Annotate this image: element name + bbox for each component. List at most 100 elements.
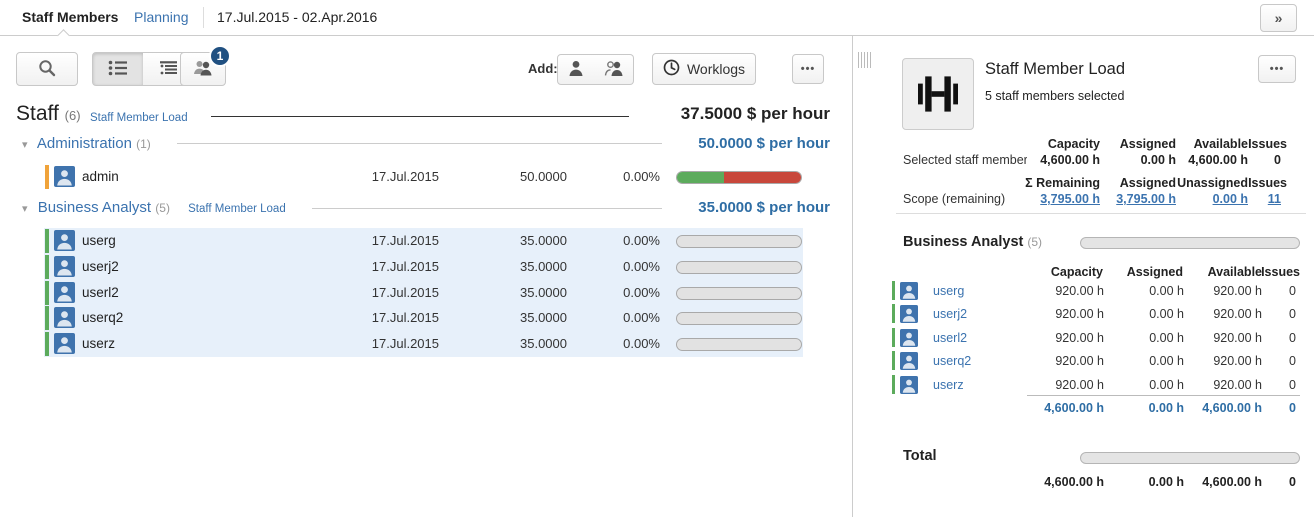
load-progress-bar (676, 171, 802, 184)
user-name-link[interactable]: userg (933, 279, 964, 303)
user-name[interactable]: userq2 (82, 305, 123, 331)
group-load-link[interactable]: Staff Member Load (188, 203, 286, 215)
panel-subtitle: 5 staff members selected (985, 89, 1124, 103)
tab-staff-members[interactable]: Staff Members (22, 0, 118, 35)
user-name-link[interactable]: userq2 (933, 349, 971, 373)
summary-label: Selected staff members (903, 152, 1027, 168)
unassigned-link[interactable]: 0.00 h (1213, 191, 1248, 207)
row-color-bar (892, 328, 895, 347)
search-button[interactable] (16, 52, 78, 86)
issues-value: 0 (1289, 349, 1296, 373)
panel-user-row[interactable]: userq2 920.00 h 0.00 h 920.00 h 0 (890, 349, 1314, 373)
panel-more-button[interactable]: ••• (1258, 55, 1296, 83)
group-name[interactable]: Business Analyst (38, 199, 151, 216)
remaining-link[interactable]: 3,795.00 h (1040, 191, 1100, 207)
person-icon (568, 60, 584, 80)
load-percent: 0.00% (623, 280, 660, 306)
staff-count: (6) (65, 108, 81, 123)
dumbbell-icon (902, 58, 974, 130)
user-name[interactable]: userj2 (82, 254, 119, 280)
panel-user-row[interactable]: userl2 920.00 h 0.00 h 920.00 h 0 (890, 326, 1314, 350)
load-progress-bar (676, 287, 802, 300)
group-load-bar (1080, 237, 1300, 249)
load-percent: 0.00% (623, 305, 660, 331)
ellipsis-icon: ••• (801, 63, 816, 75)
user-name-link[interactable]: userl2 (933, 326, 967, 350)
view-flat-list-button[interactable] (92, 52, 144, 86)
collapse-panel-button[interactable]: » (1260, 4, 1297, 32)
more-actions-button[interactable]: ••• (792, 54, 824, 84)
group-name[interactable]: Administration (37, 135, 132, 152)
staff-row[interactable]: userj2 17.Jul.2015 35.0000 0.00% (0, 254, 853, 280)
capacity-value: 920.00 h (1055, 326, 1104, 350)
start-date: 17.Jul.2015 (372, 280, 439, 306)
user-name[interactable]: userg (82, 228, 116, 254)
date-range[interactable]: 17.Jul.2015 - 02.Apr.2016 (217, 0, 377, 35)
start-date: 17.Jul.2015 (372, 228, 439, 254)
available-value: 920.00 h (1213, 326, 1262, 350)
assigned-value: 0.00 h (1149, 302, 1184, 326)
panel-resize-handle[interactable] (858, 52, 871, 68)
group-header-business-analyst: ▾ Business Analyst (5) Staff Member Load (22, 198, 286, 218)
staff-row[interactable]: userg 17.Jul.2015 35.0000 0.00% (0, 228, 853, 254)
staff-rule (211, 116, 629, 117)
user-avatar-icon (54, 256, 75, 277)
scope-row: Scope (remaining) 3,795.00 h 3,795.00 h … (890, 191, 1314, 207)
progress-red (724, 172, 801, 183)
collapse-icon[interactable]: ▾ (22, 203, 28, 215)
start-date: 17.Jul.2015 (372, 164, 439, 190)
load-percent: 0.00% (623, 228, 660, 254)
staff-heading: Staff (6) (16, 102, 81, 126)
user-name[interactable]: userz (82, 331, 115, 357)
available-value: 920.00 h (1213, 279, 1262, 303)
scope-header-row: Σ Remaining Assigned Unassigned Issues (890, 175, 1314, 191)
assigned-value: 0.00 h (1149, 279, 1184, 303)
available-value: 920.00 h (1213, 302, 1262, 326)
capacity-value: 920.00 h (1055, 373, 1104, 397)
group-count: (5) (155, 201, 170, 215)
team-filter-badge: 1 (209, 45, 231, 67)
staff-row[interactable]: admin 17.Jul.2015 50.0000 0.00% (0, 164, 853, 190)
panel-group-heading: Business Analyst (5) (903, 234, 1042, 250)
user-name[interactable]: userl2 (82, 280, 119, 306)
group-count: (1) (136, 137, 151, 151)
assigned-link[interactable]: 3,795.00 h (1116, 191, 1176, 207)
capacity-value: 920.00 h (1055, 279, 1104, 303)
staff-list-panel: 1 Add: Worklogs ••• Staff (6) Staff Memb… (0, 36, 853, 517)
staff-row[interactable]: userz 17.Jul.2015 35.0000 0.00% (0, 331, 853, 357)
staff-row[interactable]: userq2 17.Jul.2015 35.0000 0.00% (0, 305, 853, 331)
row-color-bar (892, 304, 895, 323)
panel-user-row[interactable]: userg 920.00 h 0.00 h 920.00 h 0 (890, 279, 1314, 303)
user-name-link[interactable]: userj2 (933, 302, 967, 326)
worklogs-button[interactable]: Worklogs (652, 53, 756, 85)
staff-member-load-link[interactable]: Staff Member Load (90, 112, 188, 124)
panel-group-count: (5) (1027, 235, 1042, 249)
user-name-link[interactable]: userz (933, 373, 964, 397)
row-color-bar (45, 281, 49, 305)
add-person-button[interactable] (557, 54, 595, 85)
staff-row[interactable]: userl2 17.Jul.2015 35.0000 0.00% (0, 280, 853, 306)
user-avatar-icon (900, 305, 918, 323)
row-color-bar (45, 229, 49, 253)
panel-user-row[interactable]: userj2 920.00 h 0.00 h 920.00 h 0 (890, 302, 1314, 326)
search-icon (37, 58, 57, 81)
top-bar: Staff Members Planning 17.Jul.2015 - 02.… (0, 0, 1314, 36)
row-color-bar (45, 306, 49, 330)
assigned-value: 0.00 h (1149, 326, 1184, 350)
start-date: 17.Jul.2015 (372, 331, 439, 357)
available-value: 4,600.00 h (1188, 152, 1248, 168)
group-rule (312, 208, 662, 209)
add-people-button[interactable] (594, 54, 634, 85)
issues-value: 0 (1289, 302, 1296, 326)
issues-link[interactable]: 11 (1268, 191, 1281, 207)
tab-planning[interactable]: Planning (134, 0, 189, 35)
start-date: 17.Jul.2015 (372, 254, 439, 280)
issues-value: 0 (1289, 373, 1296, 397)
panel-user-row[interactable]: userz 920.00 h 0.00 h 920.00 h 0 (890, 373, 1314, 397)
issues-value: 0 (1274, 152, 1281, 168)
hourly-rate: 35.0000 (520, 305, 567, 331)
hourly-rate: 35.0000 (520, 280, 567, 306)
user-name[interactable]: admin (82, 164, 119, 190)
group-rule (177, 143, 662, 144)
collapse-icon[interactable]: ▾ (22, 139, 28, 151)
